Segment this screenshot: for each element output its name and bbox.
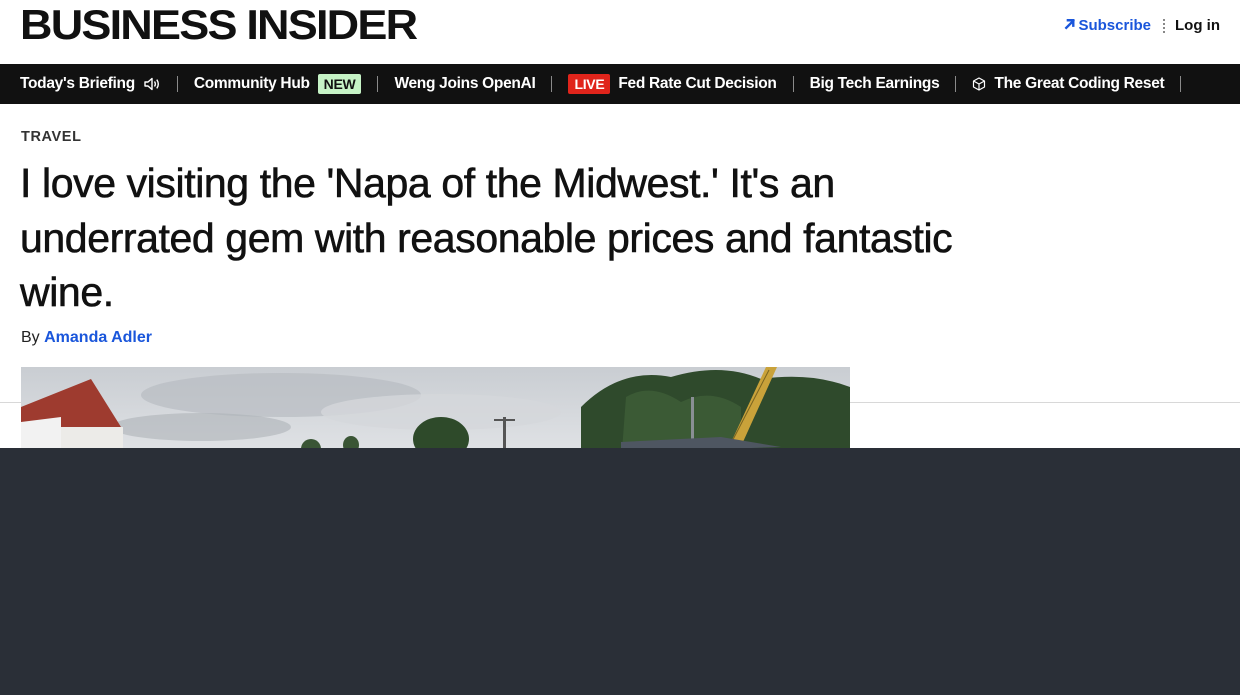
arrow-up-right-icon	[1063, 17, 1076, 34]
live-badge: LIVE	[568, 74, 611, 94]
auth-divider	[1163, 18, 1165, 33]
ticker-label: Community Hub	[193, 75, 310, 92]
ticker-item-weng-joins-openai[interactable]: Weng Joins OpenAI	[378, 64, 551, 104]
ticker-label: Weng Joins OpenAI	[394, 75, 536, 92]
login-link[interactable]: Log in	[1175, 17, 1220, 34]
ticker-item-todays-briefing[interactable]: Today's Briefing	[0, 64, 177, 104]
ticker-item-fed-rate-cut[interactable]: LIVE Fed Rate Cut Decision	[552, 64, 792, 104]
article-category[interactable]: TRAVEL	[21, 129, 82, 145]
trending-bar: Today's Briefing Community Hub NEW Weng …	[0, 64, 1240, 104]
subscribe-link[interactable]: Subscribe	[1063, 17, 1151, 34]
ticker-label: Today's Briefing	[20, 75, 135, 92]
byline-prefix: By	[21, 329, 40, 346]
ticker-label: Fed Rate Cut Decision	[618, 75, 777, 92]
auth-links: Subscribe Log in	[1063, 17, 1220, 34]
bottom-overlay	[0, 448, 1240, 695]
new-badge: NEW	[317, 74, 362, 94]
site-header: BUSINESS INSIDER Subscribe Log in	[0, 0, 1240, 64]
site-logo[interactable]: BUSINESS INSIDER	[20, 3, 418, 47]
article-byline: By Amanda Adler	[21, 329, 152, 347]
author-link[interactable]: Amanda Adler	[44, 329, 152, 346]
cube-icon	[972, 77, 994, 91]
ticker-label: The Great Coding Reset	[994, 75, 1165, 92]
ticker-item-great-coding-reset[interactable]: The Great Coding Reset	[956, 64, 1180, 104]
ticker-label: Big Tech Earnings	[809, 75, 940, 92]
article-headline: I love visiting the 'Napa of the Midwest…	[20, 160, 953, 316]
ticker-item-overflow[interactable]	[1181, 64, 1213, 104]
speaker-icon	[135, 77, 161, 91]
subscribe-label: Subscribe	[1078, 17, 1151, 34]
ticker-item-big-tech-earnings[interactable]: Big Tech Earnings	[794, 64, 956, 104]
ticker-item-community-hub[interactable]: Community Hub NEW	[178, 64, 378, 104]
